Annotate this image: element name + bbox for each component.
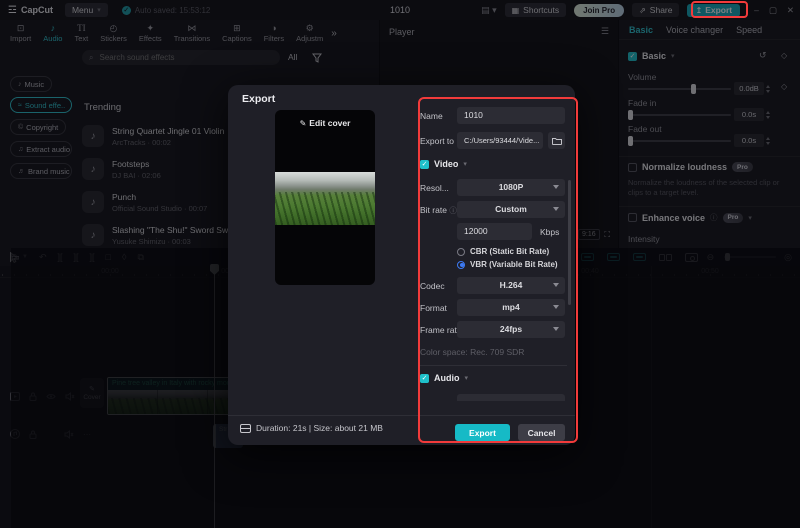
export-summary: Duration: 21s | Size: about 21 MB xyxy=(240,423,383,433)
dialog-title: Export xyxy=(242,93,275,105)
edit-cover-button[interactable]: ✎ Edit cover xyxy=(275,118,375,128)
annotation-box-export-settings xyxy=(418,97,578,443)
capcut-window: ☲ CapCut Menu ▾ ✓ Auto saved: 15:53:12 1… xyxy=(0,0,800,528)
film-icon xyxy=(240,424,251,433)
cover-thumbnail-image xyxy=(275,172,375,225)
annotation-box-export-button xyxy=(691,1,748,18)
cover-preview: ✎ Edit cover xyxy=(275,110,375,285)
pencil-icon: ✎ xyxy=(300,119,307,128)
